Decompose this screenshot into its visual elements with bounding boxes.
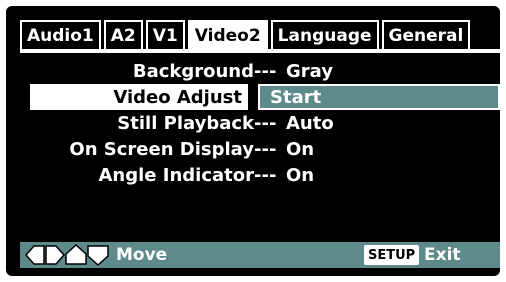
setting-value: On <box>286 138 315 160</box>
tab-language[interactable]: Language <box>270 20 379 50</box>
setting-separator: --- <box>254 164 277 186</box>
tab-general[interactable]: General <box>381 20 471 50</box>
setting-row-background[interactable]: Background --- Gray <box>6 58 500 84</box>
nav-icons <box>24 244 110 266</box>
tab-divider <box>20 49 500 53</box>
setting-row-still-playback[interactable]: Still Playback --- Auto <box>6 110 500 136</box>
setting-row-video-adjust[interactable]: Video Adjust Start <box>6 84 500 110</box>
setting-separator: --- <box>254 112 277 134</box>
exit-hint: Exit <box>424 245 461 265</box>
move-hint: Move <box>116 245 168 265</box>
direction-keys-icon <box>24 244 109 266</box>
dvd-setup-menu: Audio1 A2 V1 Video2 Language General Bac… <box>6 6 500 276</box>
down-arrow-icon <box>87 245 109 266</box>
status-bar: Move SETUP Exit <box>20 242 500 268</box>
setting-label: Angle Indicator <box>98 164 254 186</box>
setting-separator: --- <box>254 60 277 82</box>
setting-row-angle-indicator[interactable]: Angle Indicator --- On <box>6 162 500 188</box>
right-arrow-icon <box>45 245 66 265</box>
setting-label: Background <box>132 60 254 82</box>
tab-bar: Audio1 A2 V1 Video2 Language General <box>20 20 473 50</box>
left-arrow-icon <box>24 245 45 265</box>
setting-row-on-screen-display[interactable]: On Screen Display --- On <box>6 136 500 162</box>
setting-value: Auto <box>286 112 334 134</box>
setting-label: Video Adjust <box>113 86 242 108</box>
tab-video2[interactable]: Video2 <box>187 20 268 50</box>
tab-audio1[interactable]: Audio1 <box>20 20 101 50</box>
setting-label: Still Playback <box>117 112 254 134</box>
tab-v1[interactable]: V1 <box>145 20 185 50</box>
tab-a2[interactable]: A2 <box>103 20 143 50</box>
up-arrow-icon <box>65 244 87 265</box>
setting-label: On Screen Display <box>69 138 254 160</box>
setting-separator: --- <box>254 138 277 160</box>
setup-key[interactable]: SETUP <box>364 245 420 265</box>
setting-value: Start <box>270 86 322 108</box>
setting-value: On <box>286 164 315 186</box>
setting-value: Gray <box>286 60 333 82</box>
